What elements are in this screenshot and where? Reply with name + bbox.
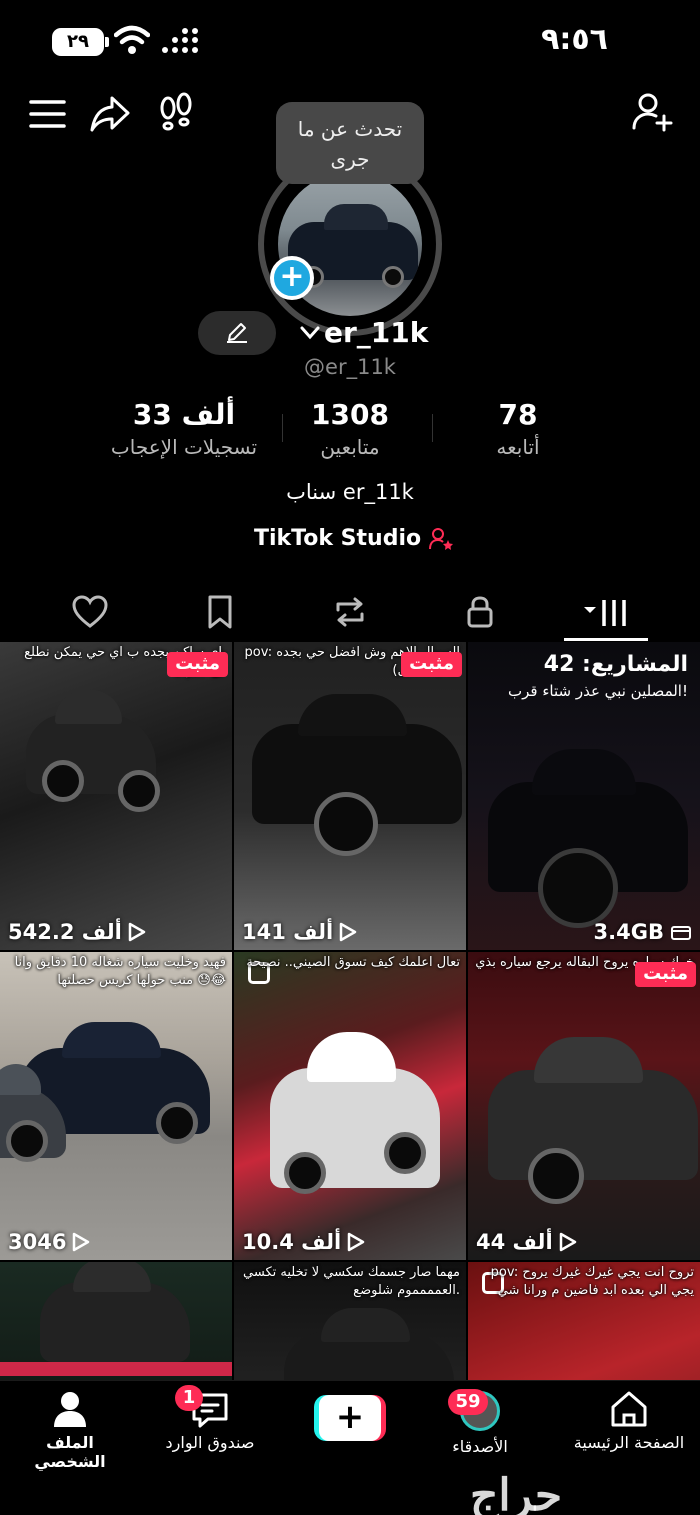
signal-icon [162, 28, 198, 53]
menu-icon[interactable] [26, 92, 70, 136]
favorites-tab-bookmark-icon[interactable] [200, 592, 240, 632]
edit-profile-button[interactable] [198, 311, 276, 355]
view-count: 542.2 ألف [8, 920, 146, 944]
pinned-badge: مثبت [167, 652, 228, 677]
bottom-nav: الصفحة الرئيسية الأصدقاء 59 + صندوق الوا… [0, 1380, 700, 1515]
view-count: 44 ألف [476, 1230, 577, 1254]
status-tooltip[interactable]: تحدث عن ما جرى [276, 102, 424, 184]
nav-profile[interactable]: الملف الشخصي [10, 1389, 130, 1471]
play-icon [73, 1232, 90, 1252]
drafts-size: 3.4GB [594, 920, 692, 944]
video-caption: مهما صار جسمك سكسي لا تخليه تكسي العمممم… [243, 1265, 460, 1298]
private-tab-lock-icon[interactable] [460, 592, 500, 632]
drafts-box-icon [671, 926, 691, 940]
play-icon [559, 1232, 576, 1252]
view-count-text: 3046 [8, 1230, 67, 1254]
likes-stat: 33 ألف تسجيلات الإعجاب [98, 398, 270, 459]
plus-icon: + [319, 1395, 381, 1441]
watermark-logo: حراج [470, 1470, 563, 1515]
drafts-size-text: 3.4GB [593, 920, 664, 944]
footprint-icon[interactable] [154, 92, 198, 136]
view-count: 141 ألف [242, 920, 357, 944]
pencil-icon [227, 323, 247, 343]
wifi-icon [114, 25, 150, 54]
view-count-text: 44 ألف [476, 1230, 553, 1254]
video-caption: المصلين نبي عذر شتاء قرب! [508, 682, 688, 700]
video-tile[interactable]: خوك سياره يروح البقاله يرجع سياره بذي ال… [468, 952, 700, 1260]
home-icon [611, 1391, 647, 1427]
add-story-button[interactable]: + [270, 256, 314, 300]
divider [282, 414, 283, 442]
bio-text: سناب er_11k [286, 480, 414, 504]
create-button[interactable]: + [314, 1395, 386, 1441]
video-caption: تعال اعلمك كيف تسوق الصيني.. نصيحة [246, 955, 460, 970]
profile-icon [54, 1392, 86, 1427]
video-tile[interactable]: pov: تروح انت يجي غيرك غيرك يروح يجي الي… [468, 1262, 700, 1380]
play-icon [347, 1232, 365, 1252]
play-icon [128, 922, 146, 942]
video-tile[interactable]: مهما صار جسمك سكسي لا تخليه تكسي العمممم… [234, 1262, 466, 1380]
tiktok-studio-link[interactable]: TikTok Studio [254, 526, 455, 551]
followers-stat[interactable]: 1308 متابعين [294, 398, 406, 459]
view-count-text: 10.4 ألف [242, 1230, 342, 1254]
video-caption: فهيد وخليت سياره شغاله 10 دقايق وانا منب… [14, 955, 226, 988]
nav-home[interactable]: الصفحة الرئيسية [566, 1389, 692, 1452]
inbox-count-badge: 1 [175, 1385, 203, 1411]
following-stat[interactable]: 78 أتابعه [478, 398, 558, 459]
friends-count-badge: 59 [448, 1389, 488, 1415]
view-count-text: 542.2 ألف [8, 920, 122, 944]
following-label: أتابعه [496, 435, 540, 459]
creator-icon [429, 527, 454, 550]
nav-inbox[interactable]: صندوق الوارد [158, 1389, 262, 1452]
divider [432, 414, 433, 442]
pinned-badge: مثبت [401, 652, 462, 677]
video-grid: ياي ساكن بجده ب اي حي يمكن نطلع جيران 🥱 … [0, 642, 700, 1380]
video-tile[interactable]: ياي ساكن بجده ب اي حي يمكن نطلع جيران 🥱 … [0, 642, 232, 950]
share-icon[interactable] [88, 92, 132, 136]
likes-count: 33 ألف [132, 398, 236, 431]
video-caption: pov: تروح انت يجي غيرك غيرك يروح يجي الي… [490, 1265, 694, 1298]
chevron-down-icon [300, 326, 320, 339]
drafts-count: المشاريع: 42 [543, 652, 688, 677]
video-tile[interactable]: فهيد وخليت سياره شغاله 10 دقايق وانا منب… [0, 952, 232, 1260]
video-tile[interactable] [0, 1262, 232, 1380]
view-count: 10.4 ألف [242, 1230, 365, 1254]
user-handle: @er_11k [304, 355, 396, 379]
likes-label: تسجيلات الإعجاب [110, 435, 258, 459]
video-tile[interactable]: تعال اعلمك كيف تسوق الصيني.. نصيحة 10.4 … [234, 952, 466, 1260]
pinned-badge: مثبت [635, 962, 696, 987]
add-user-icon[interactable] [630, 90, 674, 134]
clock: ٩:٥٦ [541, 22, 608, 57]
battery-indicator: ٢٩ [52, 28, 109, 56]
video-tile[interactable]: pov: السوال الاهم وش افضل حي بجده (استنا… [234, 642, 466, 950]
studio-label: TikTok Studio [254, 526, 422, 551]
content-tabs [0, 582, 700, 640]
nav-profile-label: الملف الشخصي [34, 1433, 106, 1471]
play-icon [340, 922, 357, 942]
liked-videos-tab-heart-icon[interactable] [70, 592, 110, 632]
view-count-text: 141 ألف [242, 920, 334, 944]
following-count: 78 [498, 398, 538, 431]
videos-tab-grid-icon[interactable] [582, 592, 634, 632]
followers-label: متابعين [320, 435, 380, 459]
nav-home-label: الصفحة الرئيسية [573, 1433, 685, 1452]
view-count: 3046 [8, 1230, 90, 1254]
reposts-tab-repost-icon[interactable] [330, 592, 370, 632]
active-tab-indicator [564, 638, 648, 641]
nav-inbox-label: صندوق الوارد [165, 1433, 255, 1452]
nav-friends-label: الأصدقاء [452, 1437, 508, 1456]
display-name: er_11k [324, 316, 429, 349]
status-bar: ٢٩ ٩:٥٦ [0, 0, 700, 84]
followers-count: 1308 [311, 398, 389, 431]
drafts-tile[interactable]: المشاريع: 42 المصلين نبي عذر شتاء قرب! 3… [468, 642, 700, 950]
username-switcher[interactable]: er_11k [300, 316, 428, 349]
